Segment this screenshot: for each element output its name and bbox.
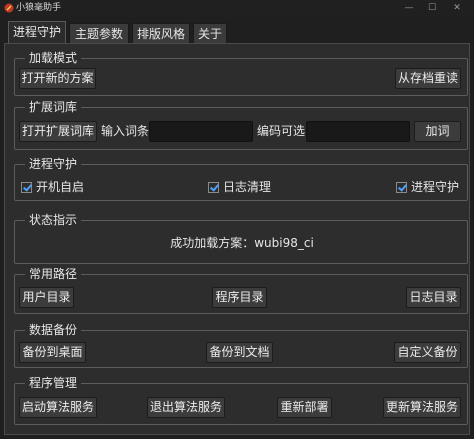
checkmark-icon: [208, 181, 219, 193]
log-clean-checkbox[interactable]: 日志清理: [208, 179, 271, 195]
backup-desktop-button[interactable]: 备份到桌面: [19, 342, 86, 363]
custom-backup-button[interactable]: 自定义备份: [394, 342, 461, 363]
redeploy-button[interactable]: 重新部署: [277, 397, 332, 418]
user-dir-button[interactable]: 用户目录: [19, 287, 74, 308]
dict-extend-title: 扩展词库: [25, 99, 82, 115]
tab-about[interactable]: 关于: [193, 23, 227, 44]
program-title: 程序管理: [25, 375, 82, 391]
load-mode-title: 加载模式: [25, 50, 82, 66]
status-group: 状态指示 成功加载方案：wubi98_ci: [14, 212, 468, 264]
input-word-label: 输入词条: [101, 124, 150, 138]
process-guard-checkbox[interactable]: 进程守护: [396, 179, 459, 195]
process-guard-label: 进程守护: [411, 180, 460, 194]
checkmark-icon: [396, 181, 407, 193]
checkmark-icon: [21, 181, 32, 193]
dict-extend-group: 扩展词库 打开扩展词库 输入词条 编码可选 加词: [14, 99, 468, 150]
autostart-label: 开机自启: [36, 180, 85, 194]
program-dir-button[interactable]: 程序目录: [212, 287, 267, 308]
status-message: 成功加载方案：wubi98_ci: [170, 236, 314, 250]
stop-service-button[interactable]: 退出算法服务: [147, 397, 225, 418]
code-label: 编码可选: [257, 124, 306, 138]
log-clean-label: 日志清理: [223, 180, 272, 194]
update-service-button[interactable]: 更新算法服务: [383, 397, 461, 418]
tab-panel: 加载模式 打开新的方案 从存档重读 扩展词库 打开扩展词库 输入词条 编码可选 …: [4, 43, 470, 435]
add-word-button[interactable]: 加词: [414, 121, 461, 142]
open-dict-button[interactable]: 打开扩展词库: [19, 121, 97, 142]
load-mode-group: 加载模式 打开新的方案 从存档重读: [14, 50, 468, 96]
tab-theme-params[interactable]: 主题参数: [69, 23, 129, 44]
log-dir-button[interactable]: 日志目录: [406, 287, 461, 308]
backup-documents-button[interactable]: 备份到文档: [206, 342, 273, 363]
code-field[interactable]: [306, 121, 410, 142]
maximize-button[interactable]: ☐: [420, 0, 444, 17]
daemon-group: 进程守护 开机自启 日志清理 进程守护: [14, 156, 468, 201]
start-service-button[interactable]: 启动算法服务: [19, 397, 97, 418]
status-title: 状态指示: [25, 212, 82, 228]
program-group: 程序管理 启动算法服务 退出算法服务 重新部署 更新算法服务: [14, 375, 468, 425]
window-title: 小狼毫助手: [16, 3, 62, 13]
open-scheme-button[interactable]: 打开新的方案: [19, 68, 96, 89]
hair-brush-icon: [4, 3, 14, 13]
paths-title: 常用路径: [25, 266, 82, 282]
title-bar: 小狼毫助手 — ☐ ✕: [0, 0, 474, 17]
paths-group: 常用路径 用户目录 程序目录 日志目录: [14, 266, 468, 314]
redeploy-from-archive-button[interactable]: 从存档重读: [395, 68, 461, 89]
autostart-checkbox[interactable]: 开机自启: [21, 179, 84, 195]
input-word-field[interactable]: [149, 121, 253, 142]
daemon-title: 进程守护: [25, 156, 82, 172]
tab-layout-style[interactable]: 排版风格: [132, 23, 190, 44]
backup-title: 数据备份: [25, 322, 82, 338]
backup-group: 数据备份 备份到桌面 备份到文档 自定义备份: [14, 322, 468, 368]
tab-daemon[interactable]: 进程守护: [8, 21, 66, 44]
minimize-button[interactable]: —: [397, 0, 421, 17]
close-button[interactable]: ✕: [445, 0, 469, 17]
